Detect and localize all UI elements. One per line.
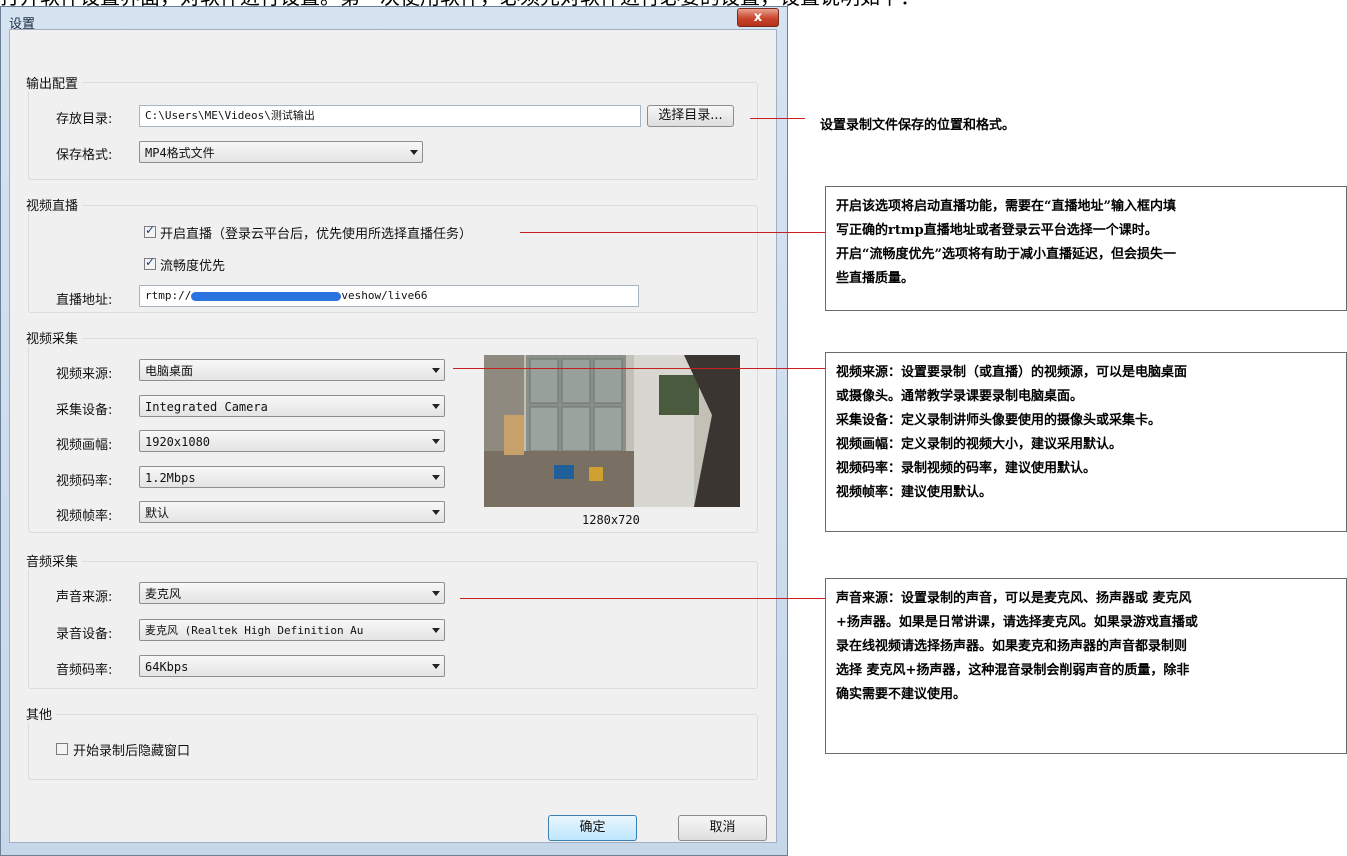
save-format-value: MP4格式文件 [145, 146, 215, 160]
save-dir-input[interactable]: C:\Users\ME\Videos\测试输出 [139, 105, 641, 127]
save-format-label: 保存格式: [56, 148, 113, 163]
video-size-label: 视频画幅: [56, 438, 113, 453]
audio-annotation-line-1: 声音来源：设置录制的声音，可以是麦克风、扬声器或 麦克风 [836, 591, 1192, 606]
audio-source-label: 声音来源: [56, 590, 113, 605]
live-url-input[interactable]: rtmp:// veshow/live66 [139, 285, 639, 307]
audio-annotation-box: 声音来源：设置录制的声音，可以是麦克风、扬声器或 麦克风 +扬声器。如果是日常讲… [825, 578, 1347, 754]
preview-resolution-label: 1280x720 [582, 513, 640, 527]
video-source-value: 电脑桌面 [145, 364, 194, 378]
video-annotation-line-3: 采集设备：定义录制讲师头像要使用的摄像头或采集卡。 [836, 413, 1162, 428]
chevron-down-icon [432, 628, 440, 633]
redacted-url-mark [191, 291, 342, 301]
video-annotation-line [453, 368, 825, 369]
browse-dir-button[interactable]: 选择目录... [647, 105, 734, 127]
live-group-title: 视频直播 [26, 195, 83, 214]
capture-device-label: 采集设备: [56, 403, 113, 418]
capture-device-select[interactable]: Integrated Camera [139, 395, 445, 417]
audio-annotation-line [460, 598, 825, 599]
video-annotation-box: 视频来源：设置要录制（或直播）的视频源，可以是电脑桌面 或摄像头。通常教学录课要… [825, 352, 1347, 532]
other-group-title: 其他 [26, 704, 57, 723]
audio-source-select[interactable]: 麦克风 [139, 582, 445, 604]
chevron-down-icon [432, 439, 440, 444]
video-size-select[interactable]: 1920x1080 [139, 430, 445, 452]
audio-group-title: 音频采集 [26, 551, 83, 570]
audio-device-label: 录音设备: [56, 627, 113, 642]
audio-device-select[interactable]: 麦克风 (Realtek High Definition Au [139, 619, 445, 641]
video-fps-value: 默认 [145, 506, 170, 520]
output-annotation-line [750, 118, 805, 119]
camera-preview-image [484, 355, 740, 507]
live-annotation-line-4: 些直播质量。 [836, 271, 915, 286]
enable-live-checkbox[interactable] [144, 223, 156, 238]
video-size-value: 1920x1080 [145, 435, 211, 449]
live-url-suffix: veshow/live66 [341, 289, 428, 302]
live-annotation-line [520, 232, 825, 233]
video-fps-select[interactable]: 默认 [139, 501, 445, 523]
audio-source-value: 麦克风 [145, 587, 182, 601]
audio-annotation-line-4: 选择 麦克风+扬声器，这种混音录制会削弱声音的质量，除非 [836, 663, 1190, 678]
capture-device-value: Integrated Camera [145, 400, 268, 414]
enable-live-label[interactable]: 开启直播（登录云平台后，优先使用所选择直播任务） [160, 223, 472, 242]
video-annotation-line-4: 视频画幅：定义录制的视频大小，建议采用默认。 [836, 437, 1123, 452]
live-annotation-line-1: 开启该选项将启动直播功能，需要在“直播地址”输入框内填 [836, 199, 1176, 214]
audio-bitrate-label: 音频码率: [56, 663, 113, 678]
live-annotation-line-3: 开启“流畅度优先”选项将有助于减小直播延迟，但会损失一 [836, 247, 1176, 262]
audio-annotation-line-3: 录在线视频请选择扬声器。如果麦克和扬声器的声音都录制则 [836, 639, 1188, 654]
video-source-label: 视频来源: [56, 367, 113, 382]
live-annotation-line-2: 写正确的rtmp直播地址或者登录云平台选择一个课时。 [836, 223, 1158, 238]
video-bitrate-select[interactable]: 1.2Mbps [139, 466, 445, 488]
ok-button[interactable]: 确定 [548, 815, 637, 841]
chevron-down-icon [410, 150, 418, 155]
audio-device-value: 麦克风 (Realtek High Definition Au [145, 624, 364, 637]
output-group-title: 输出配置 [26, 73, 83, 92]
save-format-select[interactable]: MP4格式文件 [139, 141, 423, 163]
live-url-prefix: rtmp:// [145, 289, 192, 302]
video-annotation-line-1: 视频来源：设置要录制（或直播）的视频源，可以是电脑桌面 [836, 365, 1188, 380]
hide-window-label[interactable]: 开始录制后隐藏窗口 [73, 740, 190, 759]
audio-bitrate-select[interactable]: 64Kbps [139, 655, 445, 677]
live-url-label: 直播地址: [56, 293, 113, 308]
chevron-down-icon [432, 404, 440, 409]
audio-annotation-line-5: 确实需要不建议使用。 [836, 687, 967, 702]
chevron-down-icon [432, 475, 440, 480]
video-annotation-line-5: 视频码率：录制视频的码率，建议使用默认。 [836, 461, 1097, 476]
video-source-select[interactable]: 电脑桌面 [139, 359, 445, 381]
video-bitrate-value: 1.2Mbps [145, 471, 196, 485]
audio-annotation-line-2: +扬声器。如果是日常讲课，请选择麦克风。如果录游戏直播或 [836, 615, 1198, 630]
camera-preview [484, 355, 740, 507]
chevron-down-icon [432, 368, 440, 373]
live-annotation-box: 开启该选项将启动直播功能，需要在“直播地址”输入框内填 写正确的rtmp直播地址… [825, 186, 1347, 311]
hide-window-checkbox[interactable] [56, 743, 68, 755]
save-dir-label: 存放目录: [56, 112, 113, 127]
video-bitrate-label: 视频码率: [56, 474, 113, 489]
video-annotation-line-6: 视频帧率：建议使用默认。 [836, 485, 993, 500]
cancel-button[interactable]: 取消 [678, 815, 767, 841]
close-button[interactable]: x [737, 8, 779, 27]
chevron-down-icon [432, 510, 440, 515]
output-annotation: 设置录制文件保存的位置和格式。 [820, 118, 1016, 133]
chevron-down-icon [432, 591, 440, 596]
audio-bitrate-value: 64Kbps [145, 660, 189, 674]
video-fps-label: 视频帧率: [56, 509, 113, 524]
video-group-title: 视频采集 [26, 328, 83, 347]
output-group [28, 82, 758, 180]
smooth-first-label[interactable]: 流畅度优先 [160, 255, 225, 274]
video-annotation-line-2: 或摄像头。通常教学录课要录制电脑桌面。 [836, 389, 1084, 404]
smooth-first-checkbox[interactable] [144, 255, 156, 270]
chevron-down-icon [432, 664, 440, 669]
